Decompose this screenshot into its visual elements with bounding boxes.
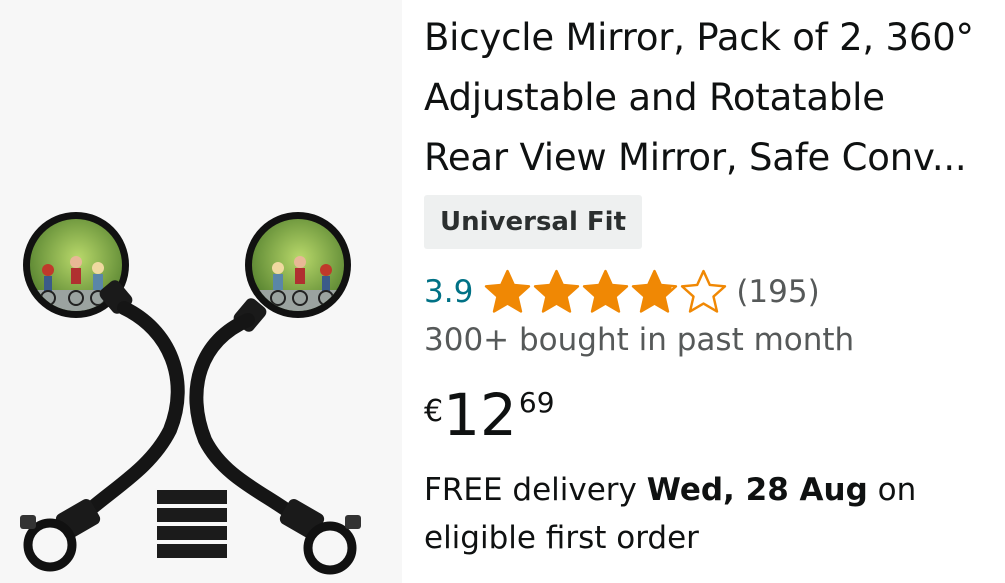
bought-in-past-month: 300+ bought in past month — [424, 322, 855, 358]
star-icon — [583, 269, 629, 313]
product-image[interactable] — [0, 0, 402, 583]
star-icon — [681, 269, 727, 313]
delivery-prefix: FREE delivery — [424, 472, 647, 508]
star-icon — [534, 269, 580, 313]
star-rating[interactable] — [483, 268, 728, 317]
product-title-line[interactable]: Rear View Mirror, Safe Conv... — [424, 128, 999, 188]
star-icon — [632, 269, 678, 313]
delivery-info: FREE delivery Wed, 28 Aug on eligible fi… — [424, 466, 999, 562]
delivery-date: Wed, 28 Aug — [646, 472, 868, 508]
rating-row[interactable]: 3.9 (195) — [424, 266, 820, 318]
universal-fit-badge: Universal Fit — [424, 195, 643, 249]
product-title-line[interactable]: Bicycle Mirror, Pack of 2, 360° — [424, 8, 999, 68]
delivery-condition: eligible first order — [424, 520, 699, 556]
product-title[interactable]: Bicycle Mirror, Pack of 2, 360° Adjustab… — [424, 8, 999, 188]
review-count-link[interactable]: (195) — [736, 274, 819, 310]
bicycle-mirror-pair-icon — [20, 212, 361, 575]
price-currency-symbol: € — [424, 394, 444, 429]
price-whole: 12 — [443, 381, 517, 449]
product-title-line[interactable]: Adjustable and Rotatable — [424, 68, 999, 128]
rating-value[interactable]: 3.9 — [424, 274, 473, 310]
star-icon — [485, 269, 531, 313]
delivery-suffix: on — [867, 472, 917, 508]
product-card[interactable]: Bicycle Mirror, Pack of 2, 360° Adjustab… — [0, 0, 1005, 583]
price-fraction: 69 — [518, 386, 555, 419]
price: € 12 69 — [424, 380, 555, 450]
